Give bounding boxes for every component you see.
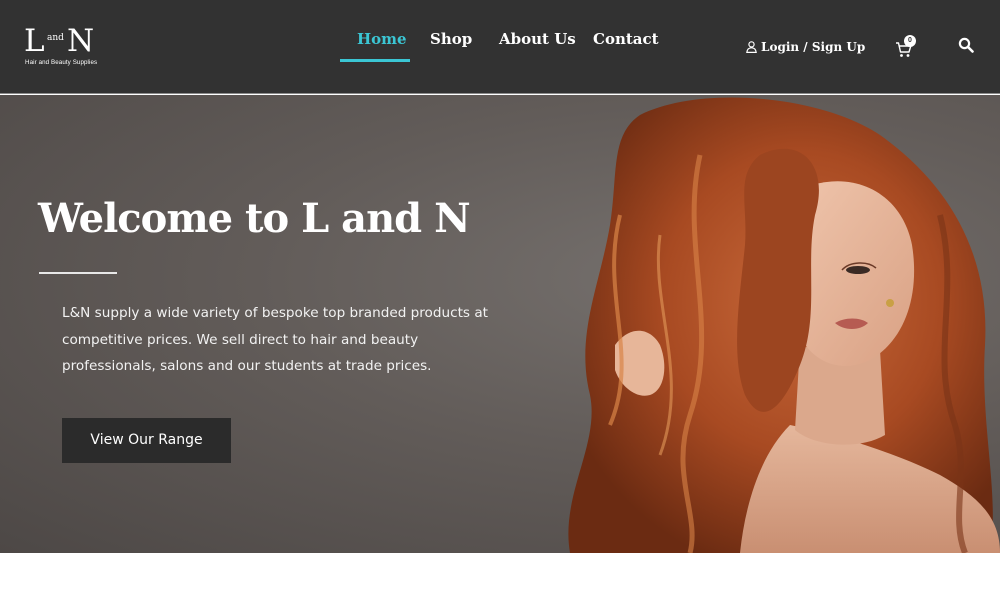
page-content-area [0, 553, 1000, 600]
user-icon [746, 38, 757, 57]
nav-active-indicator [340, 59, 410, 62]
hero-description: L&N supply a wide variety of bespoke top… [62, 305, 488, 374]
nav-about-us[interactable]: About Us [499, 30, 576, 48]
nav-contact[interactable]: Contact [593, 30, 659, 48]
logo-letter-n: N [67, 23, 95, 59]
login-label: Login / Sign Up [761, 40, 866, 54]
login-signup-link[interactable]: Login / Sign Up [746, 39, 865, 55]
cart-count-badge: 0 [904, 35, 916, 47]
nav-home[interactable]: Home [357, 30, 407, 48]
hero-banner: Welcome to L and N L&N supply a wide var… [0, 95, 1000, 553]
search-icon [958, 37, 974, 57]
view-our-range-button[interactable]: View Our Range [62, 418, 231, 463]
brand-logo[interactable]: L and N Hair and Beauty Supplies [24, 26, 104, 70]
cart-button[interactable]: 0 [895, 35, 919, 58]
hero-title: Welcome to L and N [38, 195, 471, 242]
logo-letter-l: L [24, 23, 45, 59]
logo-word-and: and [47, 33, 64, 43]
nav-shop[interactable]: Shop [430, 30, 472, 48]
search-button[interactable] [958, 37, 976, 55]
logo-tagline: Hair and Beauty Supplies [25, 59, 98, 66]
hero-divider [39, 272, 117, 274]
site-header: L and N Hair and Beauty Supplies Home Sh… [0, 0, 1000, 94]
